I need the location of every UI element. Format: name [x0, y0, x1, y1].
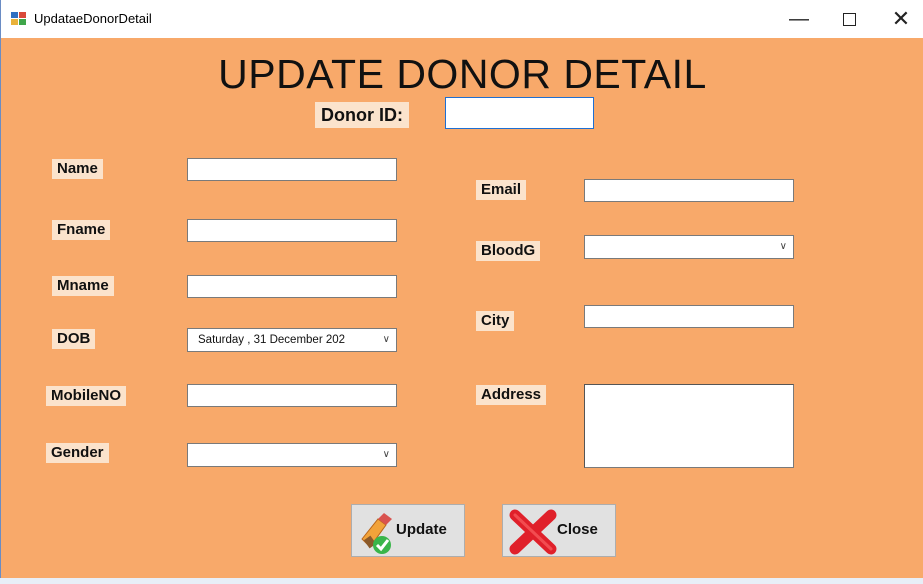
mobile-input[interactable] — [187, 384, 397, 407]
mobile-label: MobileNO — [46, 386, 126, 406]
fname-label: Fname — [52, 220, 111, 240]
close-x-icon — [507, 509, 559, 559]
close-window-button[interactable]: ✕ — [881, 6, 921, 32]
taskbar-strip — [0, 578, 923, 584]
dob-label: DOB — [52, 329, 96, 349]
city-label: City — [476, 311, 515, 331]
maximize-icon — [842, 13, 856, 26]
bloodg-label: BloodG — [476, 241, 541, 261]
email-input[interactable] — [584, 179, 794, 202]
update-donor-window: UpdataeDonorDetail — ✕ UPDATE DONOR DETA… — [0, 0, 923, 578]
dob-date-picker[interactable]: Saturday , 31 December 202 ∨ — [187, 328, 397, 352]
chevron-down-icon: ∨ — [382, 449, 390, 460]
mname-label: Mname — [52, 276, 114, 296]
name-label: Name — [52, 159, 103, 179]
gender-select[interactable]: ∨ — [187, 443, 397, 467]
address-label: Address — [476, 385, 547, 405]
gender-label: Gender — [46, 443, 109, 463]
title-bar: UpdataeDonorDetail — ✕ — [1, 0, 923, 38]
chevron-down-icon: ∨ — [779, 241, 787, 252]
update-button[interactable]: Update — [351, 504, 465, 557]
name-input[interactable] — [187, 158, 397, 181]
page-title: UPDATE DONOR DETAIL — [218, 51, 707, 97]
dob-value: Saturday , 31 December 202 — [198, 334, 346, 346]
app-icon — [11, 12, 27, 26]
fname-input[interactable] — [187, 219, 397, 242]
close-button[interactable]: Close — [502, 504, 616, 557]
email-label: Email — [476, 180, 527, 200]
close-button-label: Close — [557, 521, 598, 538]
donor-id-label: Donor ID: — [315, 102, 409, 128]
maximize-button[interactable] — [829, 6, 869, 32]
window-title: UpdataeDonorDetail — [34, 11, 152, 26]
minimize-button[interactable]: — — [779, 6, 819, 32]
address-textarea[interactable] — [584, 384, 794, 468]
bloodg-select[interactable]: ∨ — [584, 235, 794, 259]
chevron-down-icon: ∨ — [382, 334, 390, 345]
update-icon — [356, 509, 400, 559]
update-button-label: Update — [396, 521, 447, 538]
city-input[interactable] — [584, 305, 794, 328]
mname-input[interactable] — [187, 275, 397, 298]
donor-id-input[interactable] — [445, 97, 594, 129]
